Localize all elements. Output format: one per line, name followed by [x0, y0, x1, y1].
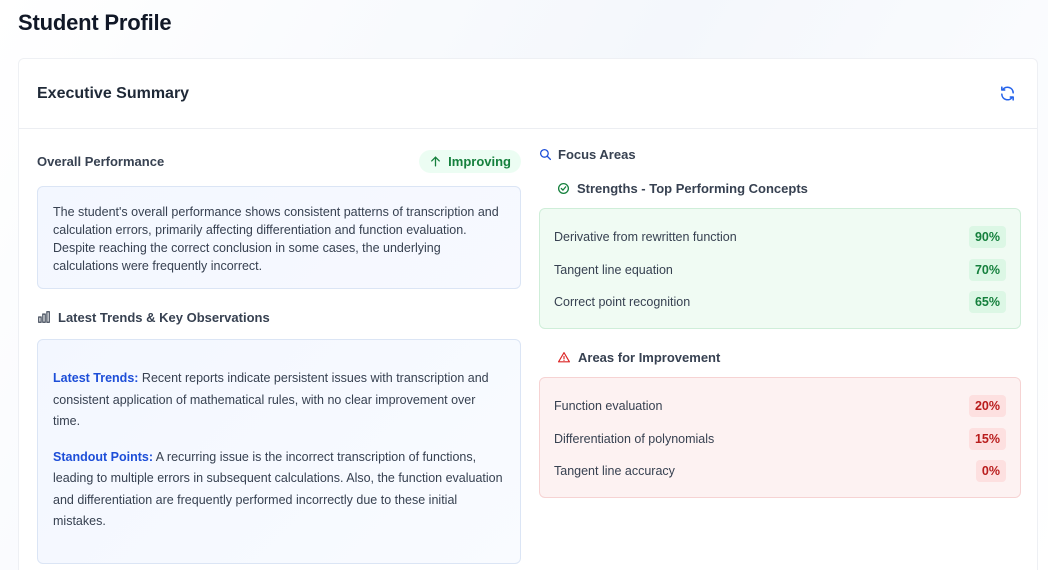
status-badge: Improving — [419, 149, 521, 173]
status-text: Improving — [448, 153, 511, 169]
executive-summary-card: Executive Summary Overall Performance Im… — [18, 58, 1038, 570]
concept-score-badge: 0% — [975, 460, 1006, 483]
concept-name: Differentiation of polynomials — [554, 431, 715, 446]
check-circle-icon — [557, 182, 570, 194]
warning-triangle-icon — [557, 351, 571, 362]
latest-trends-paragraph: Latest Trends: Recent reports indicate p… — [53, 368, 505, 433]
improvement-label: Areas for Improvement — [578, 349, 721, 365]
card-title: Executive Summary — [37, 84, 190, 102]
concept-score-badge: 90% — [968, 226, 1006, 249]
list-item: Differentiation of polynomials 15% — [554, 423, 1006, 456]
standout-points-key: Standout Points: — [53, 449, 153, 464]
list-item: Tangent line equation 70% — [554, 254, 1006, 287]
concept-name: Correct point recognition — [554, 295, 691, 310]
focus-column: Focus Areas Strengths - Top Performing C… — [539, 147, 1023, 498]
refresh-icon — [1000, 86, 1014, 101]
concept-name: Derivative from rewritten function — [554, 230, 737, 245]
overall-summary-box: The student's overall performance shows … — [37, 186, 521, 289]
trends-box: Latest Trends: Recent reports indicate p… — [37, 339, 521, 564]
concept-score-badge: 15% — [968, 427, 1006, 450]
card-header: Executive Summary — [19, 59, 1037, 129]
overall-column: Overall Performance Improving The studen… — [37, 147, 521, 564]
focus-areas-label: Focus Areas — [558, 146, 636, 162]
improvement-box: Function evaluation 20% Differentiation … — [539, 377, 1021, 498]
overall-summary-text: The student's overall performance shows … — [53, 205, 499, 273]
list-item: Function evaluation 20% — [554, 390, 1006, 423]
page-title: Student Profile — [18, 10, 172, 35]
arrow-up-icon — [431, 156, 441, 166]
latest-trends-key: Latest Trends: — [53, 371, 139, 385]
list-item: Correct point recognition 65% — [554, 286, 1006, 319]
concept-score-badge: 70% — [968, 258, 1006, 281]
list-item: Derivative from rewritten function 90% — [554, 221, 1006, 254]
concept-name: Function evaluation — [554, 399, 663, 414]
standout-points-paragraph: Standout Points: A recurring issue is th… — [53, 447, 505, 533]
trends-label: Latest Trends & Key Observations — [58, 309, 270, 325]
overall-performance-label: Overall Performance — [37, 153, 165, 169]
concept-name: Tangent line accuracy — [554, 464, 675, 479]
list-item: Tangent line accuracy 0% — [554, 455, 1006, 488]
search-icon — [539, 148, 552, 160]
bar-chart-icon — [38, 311, 50, 323]
concept-score-badge: 20% — [968, 395, 1006, 418]
strengths-label: Strengths - Top Performing Concepts — [577, 180, 808, 196]
concept-name: Tangent line equation — [554, 262, 673, 277]
concept-score-badge: 65% — [968, 291, 1006, 314]
strengths-box: Derivative from rewritten function 90% T… — [539, 208, 1021, 329]
refresh-button[interactable] — [995, 82, 1019, 106]
